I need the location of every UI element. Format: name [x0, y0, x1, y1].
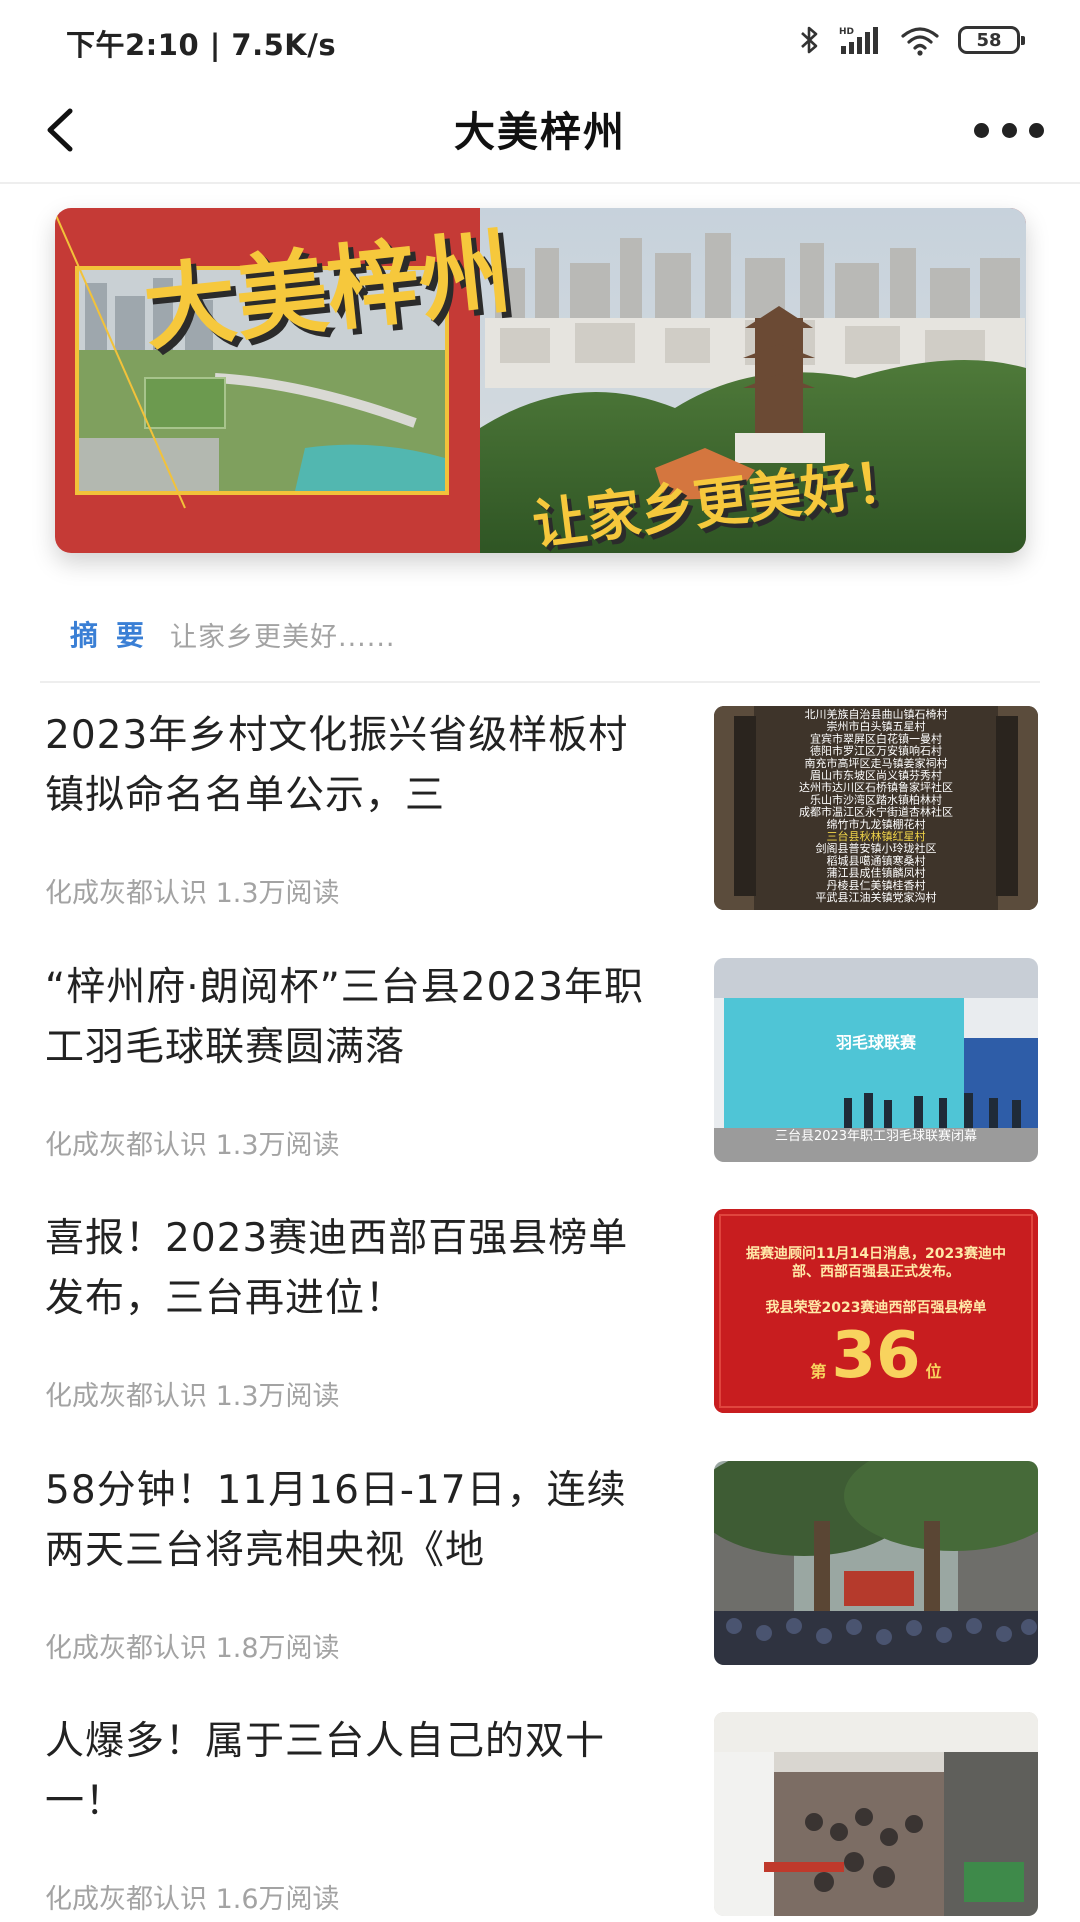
battery-level: 58	[976, 29, 1002, 51]
thumbnail-line: 丹棱县仁美镇桂香村	[827, 878, 926, 892]
status-time-speed: 下午2:10 | 7.5K/s	[66, 28, 337, 62]
status-icons: HD 58	[798, 20, 1025, 60]
article-item[interactable]: 58分钟！11月16日-17日，连续两天三台将亮相央视《地 化成灰都认识 1.8…	[0, 1461, 1080, 1671]
thumbnail-line: 宜宾市翠屏区白花镇一曼村	[810, 731, 942, 745]
article-title: 2023年乡村文化振兴省级样板村镇拟命名名单公示，三	[45, 713, 629, 818]
thumbnail-line: 剑阁县普安镇小玲珑社区	[816, 841, 937, 855]
thumbnail-text: 据赛迪顾问11月14日消息，2023赛迪中部、西部百强县正式发布。	[746, 1246, 1006, 1280]
article-title: 58分钟！11月16日-17日，连续两天三台将亮相央视《地	[45, 1468, 627, 1573]
page-title: 大美梓州	[454, 108, 626, 156]
thumbnail-line: 眉山市东坡区尚义镇芬秀村	[810, 768, 942, 782]
hero-banner[interactable]: 大美梓州 大美梓州 让家乡更美好！ 让家乡更美好！	[55, 208, 1026, 553]
more-dot	[1029, 122, 1044, 138]
thumbnail-line: 德阳市罗江区万安镇响石村	[810, 744, 942, 758]
thumbnail-caption: 三台县2023年职工羽毛球联赛闭幕	[774, 1129, 978, 1144]
article-title: 喜报！2023赛迪西部百强县榜单发布，三台再进位！	[45, 1216, 629, 1321]
article-meta: 化成灰都认识 1.3万阅读	[45, 1381, 340, 1412]
thumbnail-rank: 第 36 位	[714, 1321, 1038, 1391]
article-meta: 化成灰都认识 1.3万阅读	[45, 878, 340, 909]
thumbnail-line: 稻城县噶通镇寒桑村	[827, 853, 926, 867]
rank-number: 36	[831, 1319, 921, 1393]
article-thumbnail: 北川羌族自治县曲山镇石椅村 崇州市白头镇五星村 宜宾市翠屏区白花镇一曼村 德阳市罗江区…	[714, 706, 1038, 910]
thumbnail-line: 南充市高坪区走马镇姜家祠村	[805, 756, 948, 770]
more-button[interactable]	[974, 112, 1044, 148]
svg-text:羽毛球联赛: 羽毛球联赛	[836, 1033, 917, 1052]
article-item[interactable]: 2023年乡村文化振兴省级样板村镇拟命名名单公示，三 化成灰都认识 1.3万阅读…	[0, 706, 1080, 916]
thumbnail-line: 蒲江县成佳镇麟凤村	[827, 866, 926, 880]
article-thumbnail	[714, 1712, 1038, 1916]
battery-icon: 58	[958, 26, 1025, 54]
thumbnail-line: 绵竹市九龙镇棚花村	[827, 817, 926, 831]
divider	[40, 681, 1040, 683]
thumbnail-line: 北川羌族自治县曲山镇石椅村	[805, 707, 948, 721]
article-thumbnail	[714, 1461, 1038, 1665]
thumbnail-text: 我县荣登2023赛迪西部百强县榜单	[765, 1300, 987, 1316]
banner-image: 大美梓州 大美梓州 让家乡更美好！ 让家乡更美好！	[55, 208, 1026, 553]
article-meta: 化成灰都认识 1.6万阅读	[45, 1884, 340, 1915]
article-title: 人爆多！属于三台人自己的双十一！	[45, 1719, 606, 1824]
article-meta: 化成灰都认识 1.3万阅读	[45, 1130, 340, 1161]
rank-suffix: 位	[925, 1362, 942, 1381]
status-bar: 下午2:10 | 7.5K/s HD 58	[0, 0, 1080, 80]
nav-bar: 大美梓州	[0, 80, 1080, 184]
summary-text: 让家乡更美好......	[170, 621, 396, 653]
article-thumbnail: 据赛迪顾问11月14日消息，2023赛迪中部、西部百强县正式发布。 我县荣登20…	[714, 1209, 1038, 1413]
article-item[interactable]: 喜报！2023赛迪西部百强县榜单发布，三台再进位！ 化成灰都认识 1.3万阅读 …	[0, 1209, 1080, 1419]
wifi-icon	[901, 27, 939, 56]
svg-text:HD: HD	[839, 27, 854, 37]
bluetooth-icon	[801, 26, 818, 54]
summary: 摘要 让家乡更美好......	[70, 612, 396, 656]
article-title: “梓州府·朗阅杯”三台县2023年职工羽毛球联赛圆满落	[45, 965, 645, 1070]
more-dots-icon	[974, 122, 989, 138]
summary-label: 摘要	[70, 619, 163, 652]
thumbnail-line: 平武县江油关镇党家沟村	[816, 890, 937, 904]
hd-signal-icon: HD	[839, 27, 878, 54]
article-thumbnail: 羽毛球联赛 三台县2023年职工羽毛球联赛闭幕	[714, 958, 1038, 1162]
thumbnail-line: 三台县秋林镇红星村	[827, 829, 926, 843]
more-dot	[1001, 122, 1017, 138]
thumbnail-line: 达州市达川区石桥镇鲁家坪社区	[799, 780, 953, 794]
thumbnail-line: 崇州市白头镇五星村	[827, 719, 926, 733]
thumbnail-line: 乐山市沙湾区踏水镇柏林村	[810, 792, 942, 806]
article-item[interactable]: 人爆多！属于三台人自己的双十一！ 化成灰都认识 1.6万阅读	[0, 1712, 1080, 1922]
rank-prefix: 第	[810, 1362, 827, 1381]
article-meta: 化成灰都认识 1.8万阅读	[45, 1633, 340, 1664]
thumbnail-line: 成都市温江区永宁街道杏林社区	[799, 805, 953, 819]
article-item[interactable]: “梓州府·朗阅杯”三台县2023年职工羽毛球联赛圆满落 化成灰都认识 1.3万阅…	[0, 958, 1080, 1168]
